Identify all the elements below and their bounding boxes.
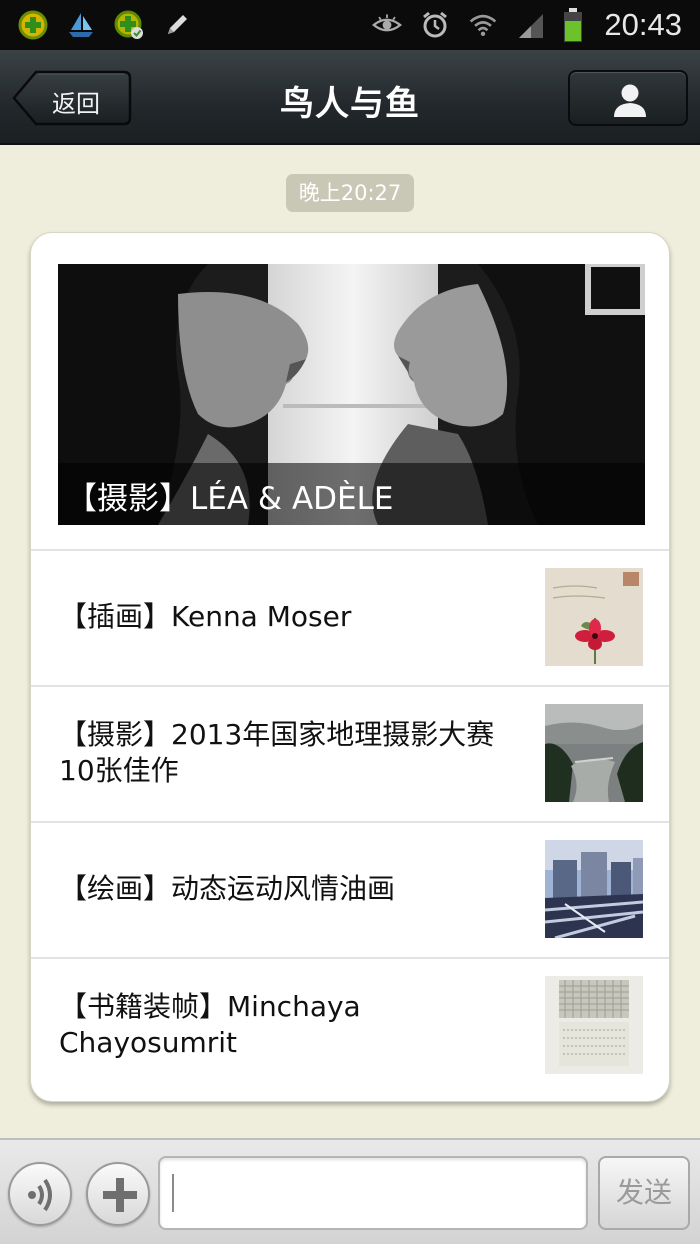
message-input[interactable] (158, 1156, 588, 1230)
book-pattern-thumbnail (545, 976, 643, 1074)
cover-article[interactable]: 【摄影】LÉA & ADÈLE (58, 264, 645, 525)
text-cursor (172, 1174, 174, 1212)
status-bar: 20:43 (0, 0, 700, 50)
system-icons: 20:43 (372, 7, 682, 43)
eye-icon (372, 14, 403, 32)
landscape-river-thumbnail (545, 704, 643, 802)
message-timestamp: 晚上20:27 (286, 174, 414, 212)
list-item-title: 【插画】Kenna Moser (59, 600, 352, 633)
profile-button[interactable] (568, 70, 688, 126)
list-item[interactable]: 【插画】Kenna Moser (31, 549, 669, 685)
plus-icon (103, 1178, 137, 1212)
notification-icons (18, 10, 192, 40)
cover-caption-bar: 【摄影】LÉA & ADÈLE (58, 463, 645, 525)
title-bar: 返回 鸟人与鱼 (0, 50, 700, 145)
list-item[interactable]: 【书籍装帧】Minchaya Chayosumrit (31, 957, 669, 1093)
list-item-title: 【绘画】动态运动风情油画 (59, 872, 396, 905)
send-button[interactable]: 发送 (598, 1156, 690, 1230)
voice-icon (28, 1178, 52, 1212)
alarm-clock-icon (423, 11, 448, 38)
pencil-icon (168, 15, 187, 34)
list-item-title: 【书籍装帧】Minchaya Chayosumrit (59, 990, 361, 1059)
voice-button[interactable] (8, 1162, 72, 1226)
chat-input-bar: 发送 (0, 1138, 700, 1244)
tencent-security-icon (18, 10, 48, 40)
painting-street-thumbnail (545, 840, 643, 938)
boat-notification-icon (69, 13, 93, 37)
person-icon (614, 84, 646, 117)
list-item[interactable]: 【摄影】2013年国家地理摄影大赛10张佳作 (31, 685, 669, 821)
article-card[interactable]: 【摄影】LÉA & ADÈLE 【插画】Kenna Moser 【摄影】2013… (30, 232, 670, 1102)
signal-icon (519, 14, 544, 38)
battery-icon (564, 8, 583, 42)
list-item[interactable]: 【绘画】动态运动风情油画 (31, 821, 669, 957)
list-item-title: 【摄影】2013年国家地理摄影大赛10张佳作 (59, 718, 495, 787)
clock-time: 20:43 (604, 7, 682, 42)
wifi-icon (470, 14, 497, 37)
illustration-flower-thumbnail (545, 568, 643, 666)
synced-app-icon (114, 10, 143, 39)
plus-button[interactable] (86, 1162, 150, 1226)
cover-caption: 【摄影】LÉA & ADÈLE (66, 481, 394, 517)
